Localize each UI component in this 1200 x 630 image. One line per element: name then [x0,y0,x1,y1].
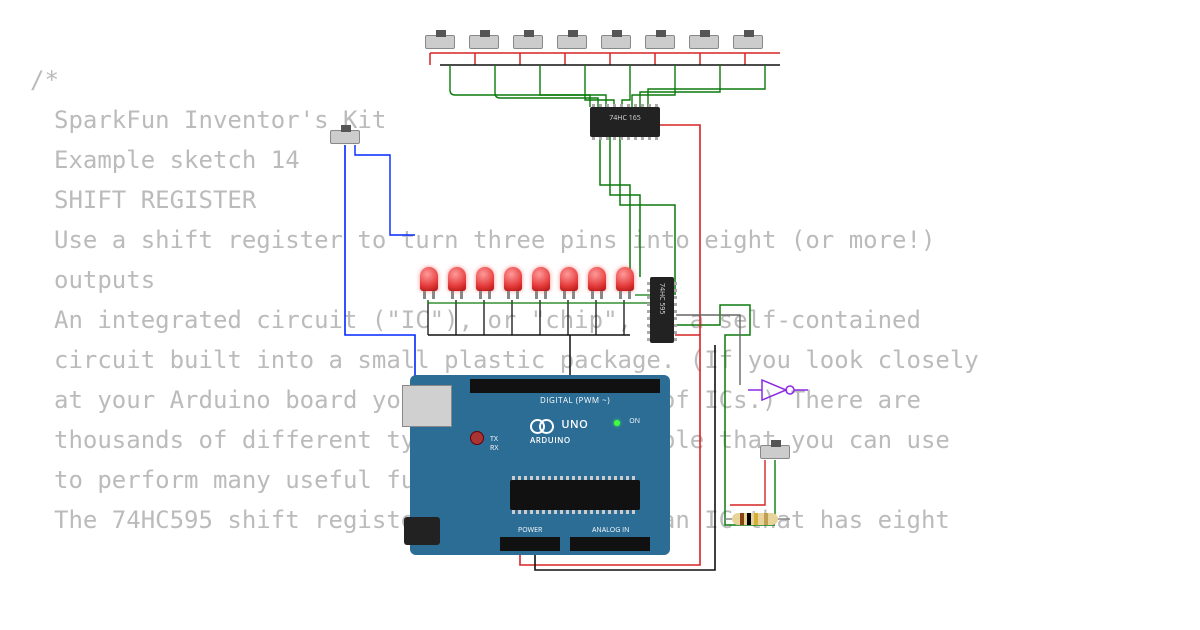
slide-switch [601,35,631,49]
arduino-logo: UNO ARDUINO [530,417,588,447]
led-icon [476,267,494,291]
power-header [500,537,560,551]
ic-label: 74HC 595 [650,277,665,314]
led-icon [588,267,606,291]
comment-line: Example sketch 14 [30,140,300,180]
resistor-icon [732,513,778,525]
comment-line: outputs [30,260,155,300]
slide-switch-solo-right [760,445,790,459]
slide-switch-solo-left [330,130,360,144]
arduino-uno-board: ON TXRX UNO ARDUINO DIGITAL (PWM ~) POWE… [410,375,670,555]
slide-switch [689,35,719,49]
circuit-diagram: 74HC 165 74HC 595 ON [320,35,820,575]
reset-button-icon [470,431,484,445]
slide-switch [469,35,499,49]
slide-switch [557,35,587,49]
led-icon [560,267,578,291]
atmega-chip-icon [510,480,640,510]
board-brand: ARDUINO [530,435,571,446]
ic-label: 74HC 165 [590,107,660,123]
ic-74hc595: 74HC 595 [650,277,674,343]
not-gate-icon [748,375,808,410]
on-label: ON [629,417,640,426]
comment-open: /* [30,66,59,94]
analog-header [570,537,650,551]
slide-switch [645,35,675,49]
comment-line: SHIFT REGISTER [30,180,256,220]
txrx-labels: TXRX [490,435,498,453]
usb-port-icon [402,385,452,427]
power-label: POWER [518,526,542,535]
led-icon [532,267,550,291]
slide-switch [733,35,763,49]
power-led-icon [614,420,620,426]
slide-switch [513,35,543,49]
led-row [420,267,634,291]
led-icon [420,267,438,291]
digital-header [470,379,660,393]
switch-row-top [425,35,763,49]
analog-label: ANALOG IN [592,526,629,535]
infinity-icon [530,419,554,431]
board-name: UNO [561,417,588,432]
digital-label: DIGITAL (PWM ~) [540,395,610,406]
ic-74hc165: 74HC 165 [590,107,660,137]
slide-switch [425,35,455,49]
led-icon [504,267,522,291]
barrel-jack-icon [404,517,440,545]
led-icon [616,267,634,291]
led-icon [448,267,466,291]
